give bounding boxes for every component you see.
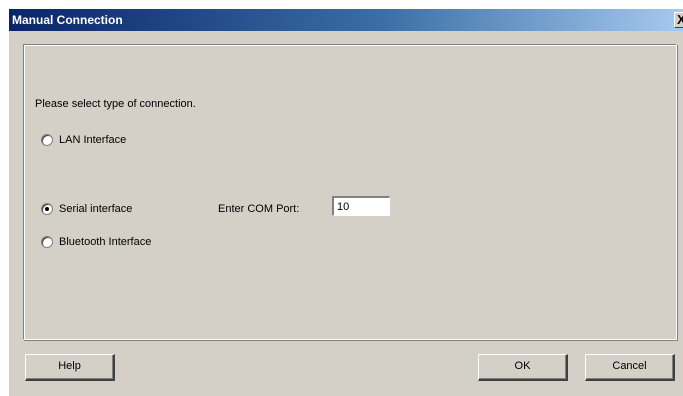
manual-connection-dialog: Manual Connection X Please select type o…: [8, 8, 683, 396]
close-icon: X: [677, 13, 683, 27]
radio-label-bluetooth: Bluetooth Interface: [59, 236, 152, 248]
cancel-button[interactable]: Cancel: [585, 354, 675, 381]
radio-label-serial: Serial interface: [59, 203, 133, 215]
radio-lan-interface[interactable]: LAN Interface: [41, 133, 126, 147]
prompt-text: Please select type of connection.: [35, 98, 196, 110]
title-bar: Manual Connection X: [9, 9, 683, 31]
com-port-input[interactable]: [332, 196, 390, 216]
radio-button-lan[interactable]: [41, 134, 53, 146]
radio-button-bluetooth[interactable]: [41, 236, 53, 248]
radio-bluetooth-interface[interactable]: Bluetooth Interface: [41, 235, 151, 249]
radio-button-serial[interactable]: [41, 203, 53, 215]
com-port-label: Enter COM Port:: [218, 203, 300, 215]
radio-label-lan: LAN Interface: [59, 134, 127, 146]
connection-panel: [23, 44, 677, 340]
help-button[interactable]: Help: [25, 354, 115, 381]
close-button[interactable]: X: [674, 12, 683, 28]
window-title: Manual Connection: [12, 13, 123, 27]
ok-button[interactable]: OK: [478, 354, 568, 381]
radio-serial-interface[interactable]: Serial interface: [41, 202, 132, 216]
